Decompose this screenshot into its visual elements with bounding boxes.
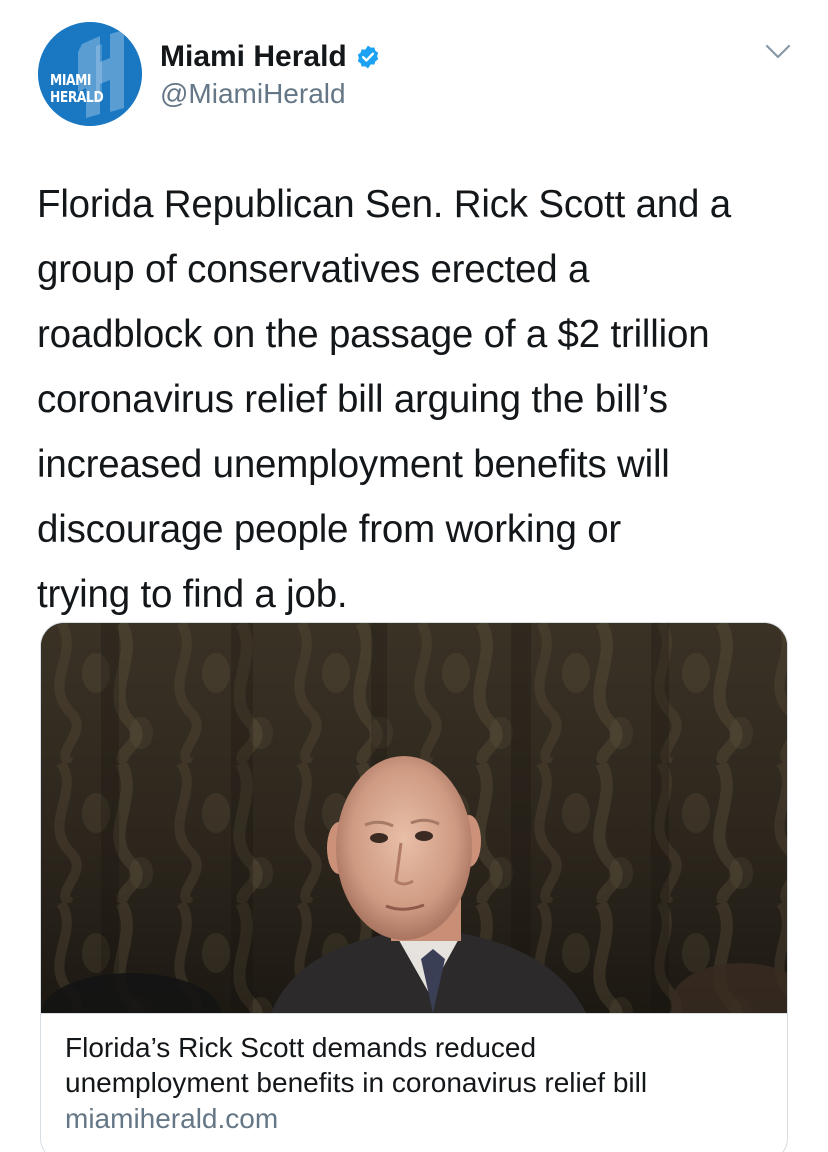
tweet-text-line: coronavirus relief bill arguing the bill… <box>37 378 668 421</box>
tweet-text-line: Florida Republican Sen. Rick Scott and a <box>37 183 731 226</box>
card-domain[interactable]: miamiherald.com <box>65 1101 765 1137</box>
card-text-area[interactable]: Florida’s Rick Scott demands reduced une… <box>41 1013 787 1152</box>
tweet-text-line: group of conservatives erected a <box>37 248 590 291</box>
tweet-text: Florida Republican Sen. Rick Scott and a… <box>37 172 797 627</box>
display-name[interactable]: Miami Herald <box>160 40 347 74</box>
card-title-line2: unemployment benefits in coronavirus rel… <box>65 1067 648 1098</box>
avatar-text-line2: HERALD <box>50 88 104 106</box>
avatar-text-line1: MIAMI <box>50 71 92 89</box>
avatar-logo-text: MIAMI HERALD <box>50 71 104 106</box>
verified-badge-icon <box>355 44 381 70</box>
link-preview-card[interactable]: Florida’s Rick Scott demands reduced une… <box>40 622 788 1152</box>
author-name-row[interactable]: Miami Herald <box>160 40 381 74</box>
card-title[interactable]: Florida’s Rick Scott demands reduced une… <box>65 1030 765 1100</box>
card-image[interactable] <box>41 623 787 1013</box>
tweet-text-line: increased unemployment benefits will <box>37 443 670 486</box>
tweet-text-line: discourage people from working or <box>37 508 622 551</box>
author-handle[interactable]: @MiamiHerald <box>160 78 346 110</box>
tweet-text-line: roadblock on the passage of a $2 trillio… <box>37 313 710 356</box>
chevron-down-icon[interactable] <box>764 42 792 62</box>
avatar[interactable]: MIAMI HERALD <box>38 22 142 126</box>
tweet: MIAMI HERALD Miami Herald @MiamiHerald F… <box>0 0 828 1152</box>
card-title-line1: Florida’s Rick Scott demands reduced <box>65 1032 537 1063</box>
tweet-text-line: trying to find a job. <box>37 573 348 616</box>
